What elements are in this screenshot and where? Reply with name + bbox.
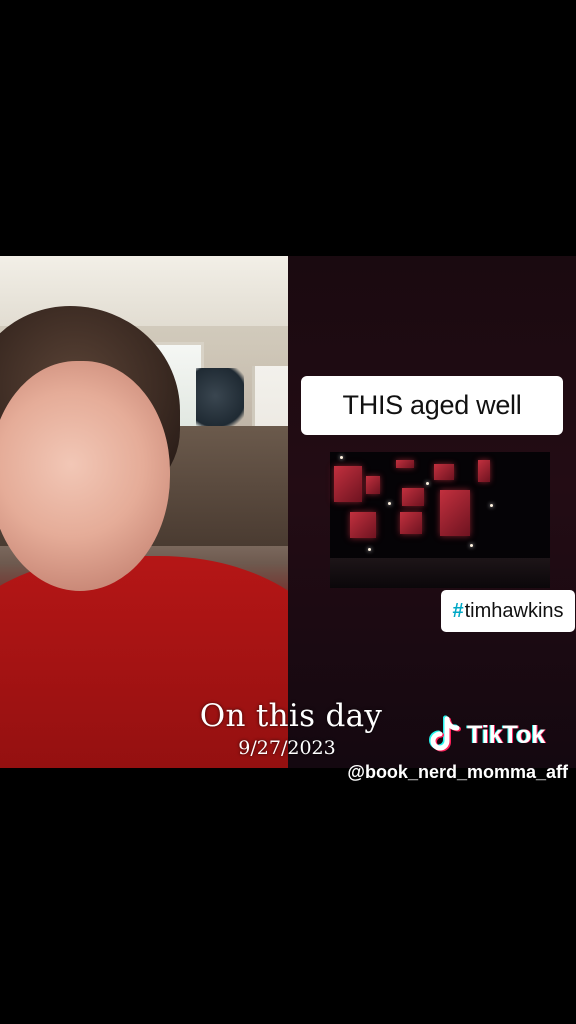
creator-handle[interactable]: @book_nerd_momma_aff: [316, 762, 568, 783]
stage-video: [330, 452, 550, 588]
stage-light: [368, 548, 371, 551]
stage-screen: [400, 512, 422, 534]
tiktok-wordmark: TikTok: [467, 720, 546, 749]
stage-light: [426, 482, 429, 485]
right-video-panel[interactable]: [288, 256, 576, 768]
stage-light: [340, 456, 343, 459]
hashtag-symbol: #: [452, 599, 464, 622]
tiktok-note-icon: [429, 715, 461, 752]
stage-screen: [350, 512, 376, 538]
stage-floor: [330, 558, 550, 588]
stage-screen: [402, 488, 424, 506]
hashtag-text: timhawkins: [464, 599, 564, 622]
stage-screen: [478, 460, 490, 482]
on-this-day-title: On this day: [199, 698, 383, 734]
stage-screen: [396, 460, 414, 468]
stage-screen: [366, 476, 380, 494]
stage-screen: [434, 464, 454, 480]
hashtag-label[interactable]: # timhawkins: [441, 590, 575, 632]
stage-light: [388, 502, 391, 505]
stage-screen: [440, 490, 470, 536]
tiktok-logo: TikTok: [428, 715, 545, 755]
left-video-panel[interactable]: [0, 256, 288, 768]
stage-screen: [334, 466, 362, 502]
stage-light: [470, 544, 473, 547]
stage-light: [490, 504, 493, 507]
video-caption-text: THIS aged well: [342, 390, 522, 420]
memory-date: 9/27/2023: [238, 737, 336, 759]
video-caption: THIS aged well: [301, 376, 563, 435]
screen: THIS aged well # timhawkins On this day …: [0, 0, 576, 1024]
